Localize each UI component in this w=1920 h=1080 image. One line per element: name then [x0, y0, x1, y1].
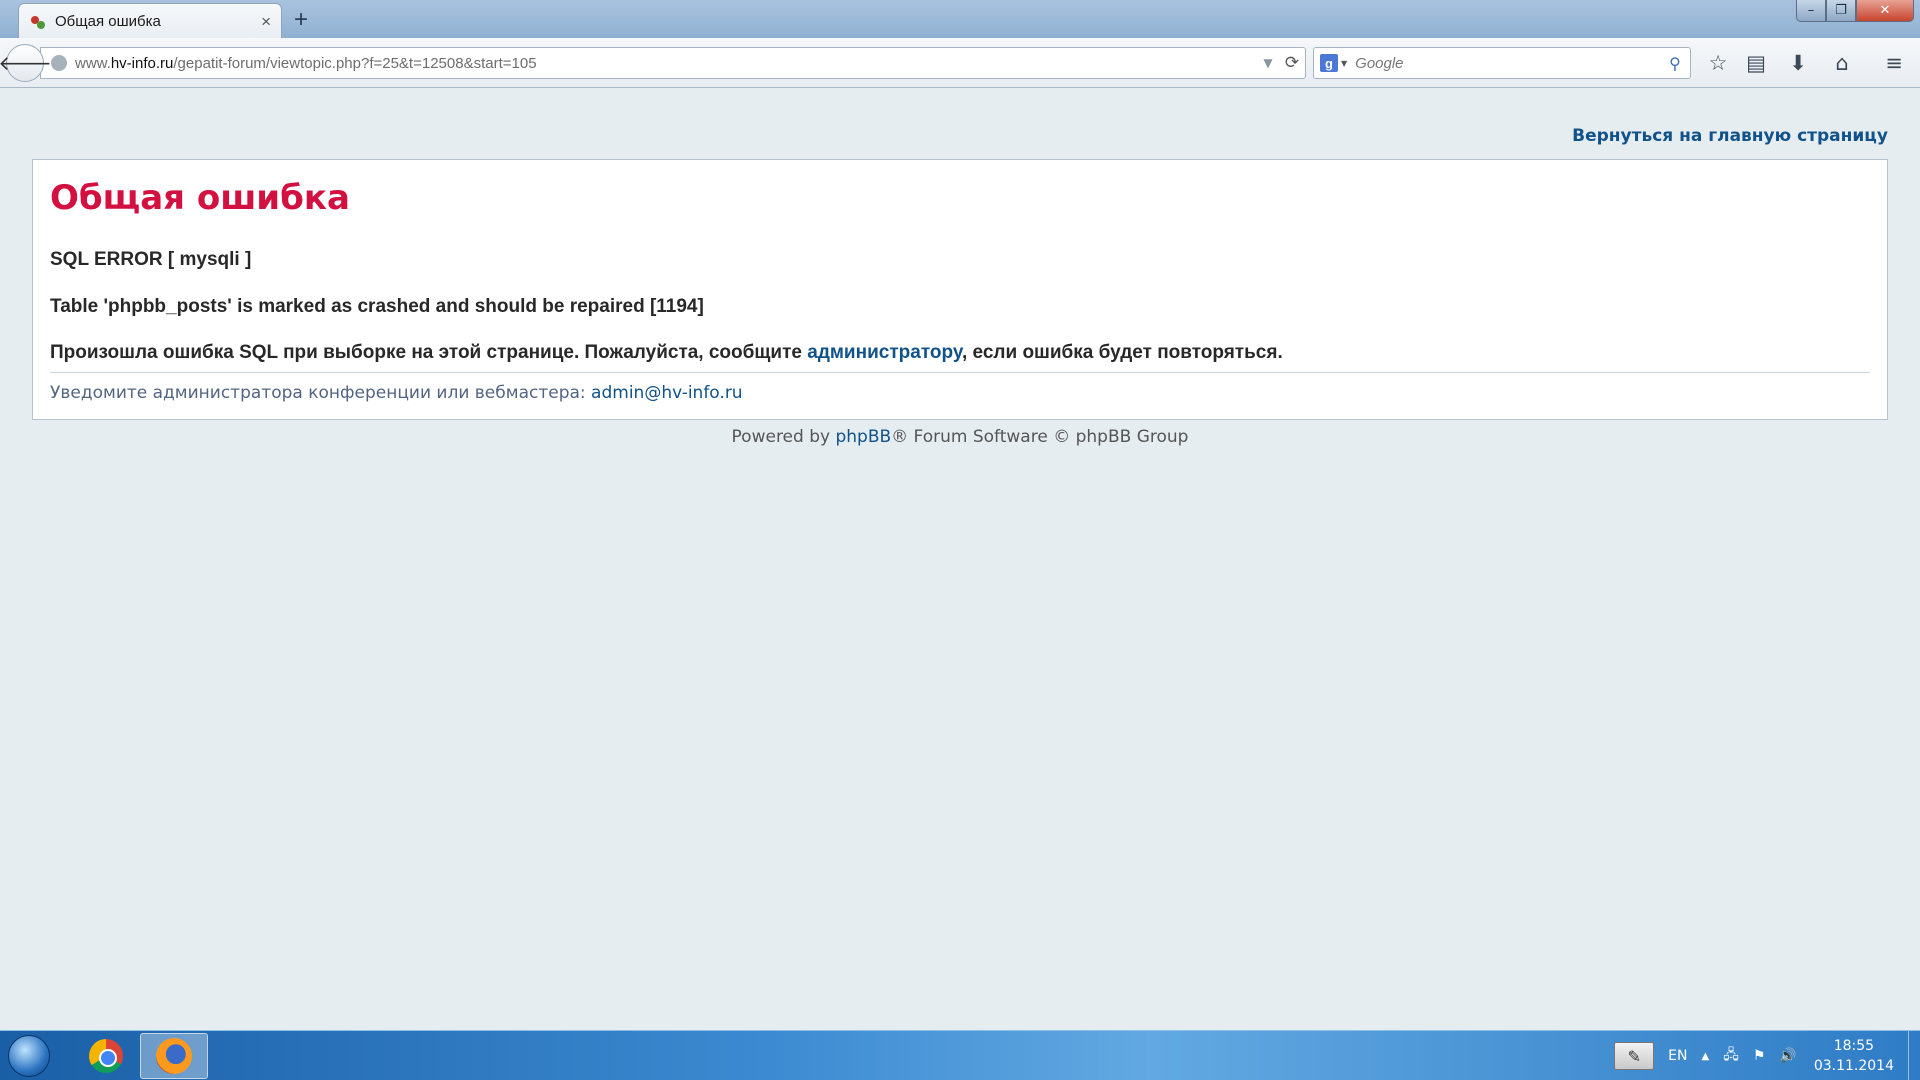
- site-identity-globe-icon[interactable]: [51, 55, 67, 71]
- show-hidden-icons-arrow-icon[interactable]: ▲: [1702, 1051, 1710, 1062]
- admin-notice: Уведомите администратора конференции или…: [50, 383, 743, 403]
- volume-icon[interactable]: 🔊: [1779, 1048, 1796, 1064]
- sql-error-heading: SQL ERROR [ mysqli ]: [50, 249, 252, 270]
- url-domain: hv-info.ru: [110, 54, 174, 72]
- back-button[interactable]: 🡐: [0, 44, 52, 82]
- url-bar[interactable]: www.hv-info.ru/gepatit-forum/viewtopic.p…: [40, 47, 1306, 79]
- url-path: /gepatit-forum/viewtopic.php?f=25&t=1250…: [173, 54, 537, 72]
- taskbar-chrome-button[interactable]: [72, 1033, 140, 1079]
- firefox-icon: [156, 1038, 192, 1074]
- reload-icon[interactable]: ⟳: [1279, 53, 1305, 73]
- error-panel: Общая ошибка SQL ERROR [ mysqli ] Table …: [32, 159, 1888, 420]
- admin-email-link[interactable]: admin@hv-info.ru: [591, 383, 743, 403]
- browser-titlebar: Общая ошибка × + – ❐ ✕: [0, 0, 1920, 39]
- site-favicon-icon: [29, 13, 47, 31]
- error-message: Произошла ошибка SQL при выборке на этой…: [50, 342, 1283, 364]
- search-magnifier-icon[interactable]: ⚲: [1660, 54, 1690, 73]
- tab-title: Общая ошибка: [55, 13, 161, 30]
- chrome-icon: [89, 1039, 123, 1073]
- admin-notice-text: Уведомите администратора конференции или…: [50, 383, 592, 403]
- show-desktop-button[interactable]: [1908, 1031, 1920, 1080]
- language-indicator[interactable]: EN: [1668, 1048, 1687, 1064]
- clock-date: 03.11.2014: [1813, 1058, 1894, 1074]
- clock-time: 18:55: [1833, 1038, 1875, 1054]
- system-tray: ✎ EN ▲ 🖧 ⚑ 🔊 18:55 03.11.2014: [1607, 1031, 1920, 1080]
- browser-tab-active[interactable]: Общая ошибка ×: [18, 3, 282, 39]
- return-to-index-link[interactable]: Вернуться на главную страницу: [1572, 126, 1888, 146]
- divider: [50, 372, 1870, 373]
- start-button-icon[interactable]: [8, 1035, 50, 1077]
- downloads-icon[interactable]: ⬇: [1784, 49, 1812, 77]
- search-bar[interactable]: g ▼ ⚲: [1313, 47, 1691, 79]
- page-title: Общая ошибка: [50, 178, 350, 218]
- clock[interactable]: 18:55 03.11.2014: [1814, 1036, 1894, 1076]
- new-tab-button[interactable]: +: [294, 6, 308, 34]
- administrator-link[interactable]: администратору: [807, 342, 962, 363]
- bookmarks-menu-icon[interactable]: ▤: [1742, 49, 1770, 77]
- search-input[interactable]: [1355, 54, 1660, 72]
- browser-navbar: www.hv-info.ru/gepatit-forum/viewtopic.p…: [0, 38, 1920, 88]
- bookmark-star-icon[interactable]: ☆: [1704, 49, 1732, 77]
- error-message-tail: , если ошибка будет повторяться.: [961, 342, 1283, 363]
- google-search-engine-icon[interactable]: g: [1320, 54, 1338, 72]
- window-maximize-button[interactable]: ❐: [1826, 0, 1856, 22]
- url-text[interactable]: www.hv-info.ru/gepatit-forum/viewtopic.p…: [75, 55, 1257, 72]
- url-prefix: www.: [75, 54, 111, 72]
- footer-copyright: ® Forum Software © phpBB Group: [891, 427, 1189, 447]
- page-footer: Powered by phpBB® Forum Software © phpBB…: [0, 427, 1920, 447]
- window-controls: – ❐ ✕: [1796, 0, 1914, 24]
- menu-hamburger-icon[interactable]: ≡: [1880, 49, 1908, 77]
- window-close-button[interactable]: ✕: [1856, 0, 1914, 22]
- sql-error-detail: Table 'phpbb_posts' is marked as crashed…: [50, 296, 704, 317]
- footer-text: Powered by: [731, 427, 836, 447]
- search-engine-dropdown-icon[interactable]: ▼: [1341, 59, 1347, 68]
- phpbb-link[interactable]: phpBB: [835, 427, 891, 447]
- windows-taskbar: ✎ EN ▲ 🖧 ⚑ 🔊 18:55 03.11.2014: [0, 1030, 1920, 1080]
- back-arrow-icon: 🡐: [0, 51, 52, 75]
- tablet-input-panel-icon[interactable]: ✎: [1614, 1042, 1655, 1070]
- url-history-dropdown-icon[interactable]: ▼: [1257, 56, 1279, 70]
- tab-close-icon[interactable]: ×: [261, 12, 271, 32]
- network-icon[interactable]: 🖧: [1723, 1044, 1739, 1068]
- window-minimize-button[interactable]: –: [1796, 0, 1826, 22]
- home-icon[interactable]: ⌂: [1828, 49, 1856, 77]
- action-center-flag-icon[interactable]: ⚑: [1753, 1048, 1766, 1064]
- taskbar-firefox-button[interactable]: [140, 1033, 208, 1079]
- error-message-text: Произошла ошибка SQL при выборке на этой…: [50, 342, 808, 363]
